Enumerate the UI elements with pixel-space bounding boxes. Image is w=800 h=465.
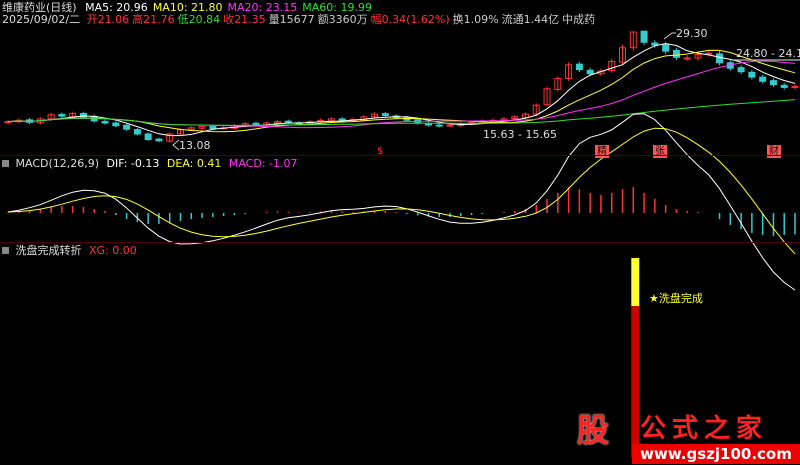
candle-body bbox=[651, 42, 659, 46]
range-mid-annotation: 15.63 - 15.65 bbox=[483, 128, 557, 141]
candle-body bbox=[748, 71, 756, 78]
candle-body bbox=[58, 113, 66, 117]
macd-value: MACD: -1.07 bbox=[228, 157, 298, 170]
chart-canvas bbox=[4, 30, 800, 458]
xg-value: XG: 0.00 bbox=[89, 244, 137, 257]
candle-body bbox=[317, 119, 325, 122]
event-mark[interactable]: 张 bbox=[653, 145, 667, 158]
candle-body bbox=[133, 129, 141, 135]
event-mark[interactable]: $ bbox=[377, 145, 383, 158]
signal-text: 洗盘完成 bbox=[658, 292, 703, 305]
dea-value: DEA: 0.41 bbox=[166, 157, 222, 170]
macd-title[interactable]: MACD(12,26,9) bbox=[16, 157, 100, 170]
candle-body bbox=[769, 80, 777, 86]
star-icon: ★ bbox=[649, 292, 659, 305]
ma10-line bbox=[7, 49, 796, 133]
dif-value: DIF: -0.13 bbox=[106, 157, 160, 170]
candle-body bbox=[112, 122, 120, 127]
candle-body bbox=[155, 138, 163, 142]
candle-body bbox=[780, 84, 788, 88]
xg-indicator-icon[interactable] bbox=[2, 247, 9, 254]
candle-body bbox=[575, 63, 583, 71]
event-mark[interactable]: 精 bbox=[595, 145, 609, 158]
candle-body bbox=[435, 124, 443, 127]
candle-body bbox=[252, 122, 260, 125]
high-annotation: 29.30 bbox=[676, 27, 708, 40]
candle-body bbox=[284, 120, 292, 123]
macd-series bbox=[7, 113, 796, 291]
xg-signal-bar-top bbox=[631, 258, 640, 306]
panel-divider bbox=[0, 242, 800, 243]
candle-body bbox=[759, 76, 767, 82]
xg-title[interactable]: 洗盘完成转折 bbox=[16, 244, 82, 257]
signal-label: ★洗盘完成 bbox=[649, 292, 703, 305]
candle-body bbox=[381, 113, 389, 116]
high-arrow-icon bbox=[663, 32, 676, 40]
macd-header: MACD(12,26,9) DIF: -0.13 DEA: 0.41 MACD:… bbox=[2, 157, 298, 170]
candle-body bbox=[716, 53, 724, 64]
candle-body bbox=[672, 49, 680, 58]
candle-body bbox=[662, 44, 670, 52]
dif-line bbox=[7, 113, 796, 291]
panel-divider bbox=[0, 155, 800, 156]
candle-body bbox=[338, 118, 346, 121]
candle-body bbox=[101, 120, 109, 124]
candle-body bbox=[123, 124, 131, 130]
range-right-annotation: 24.80 - 24.14 bbox=[736, 47, 800, 60]
low-annotation: 13.08 bbox=[179, 139, 211, 152]
xg-header: 洗盘完成转折 XG: 0.00 bbox=[2, 244, 137, 257]
ma20-line bbox=[7, 60, 796, 129]
dea-line bbox=[7, 127, 796, 255]
candle-body bbox=[586, 69, 594, 75]
logo-char: 股 bbox=[576, 411, 609, 449]
watermark: 股 公式之家 www.gszj100.com bbox=[560, 408, 800, 465]
candle-body bbox=[209, 125, 217, 129]
candle-body bbox=[144, 133, 152, 140]
macd-indicator-icon[interactable] bbox=[2, 160, 9, 167]
logo-badge: 股 bbox=[566, 410, 620, 450]
candle-body bbox=[640, 30, 648, 43]
brand-text: 公式之家 bbox=[640, 414, 769, 444]
candle-body bbox=[683, 57, 691, 60]
brand-url: www.gszj100.com bbox=[632, 444, 800, 464]
event-mark[interactable]: 财 bbox=[767, 145, 781, 158]
candlestick-series bbox=[4, 30, 799, 143]
candle-body bbox=[737, 67, 745, 73]
candle-body bbox=[446, 124, 454, 127]
